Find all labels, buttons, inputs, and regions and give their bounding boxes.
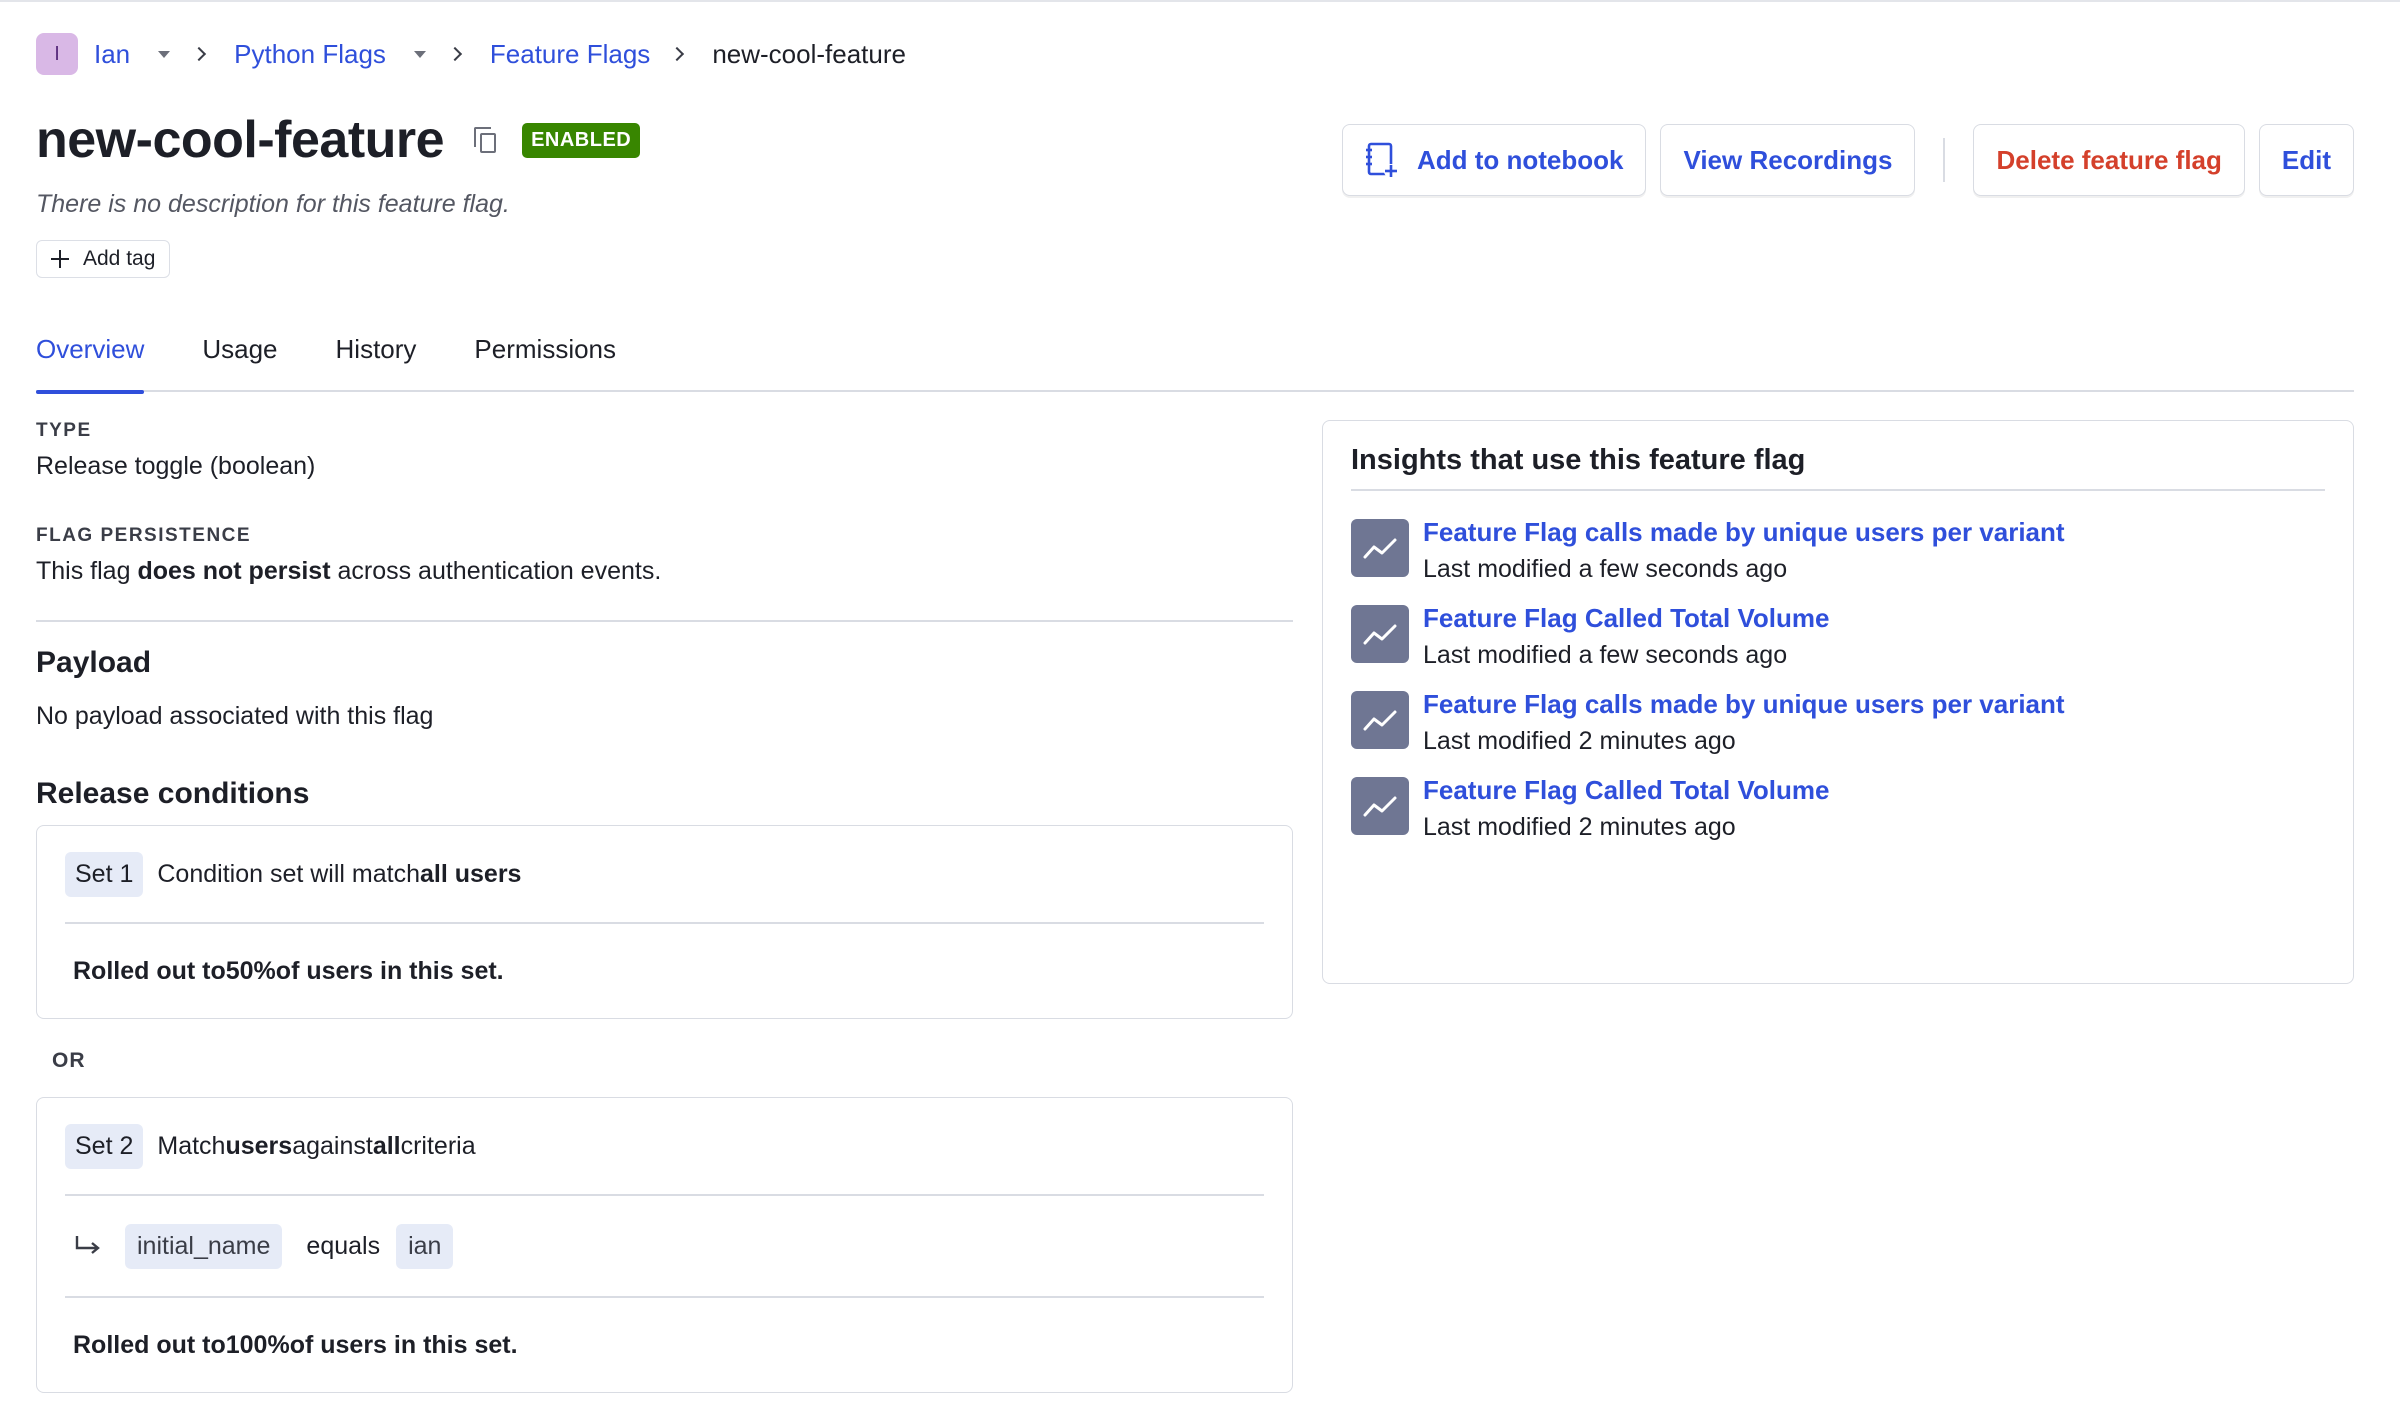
insight-item: Feature Flag Called Total Volume Last mo… [1351,775,2325,861]
insight-modified: Last modified a few seconds ago [1423,555,1788,583]
breadcrumb-feature-flags[interactable]: Feature Flags [490,39,650,70]
criteria-row: initial_name equals ian [65,1196,1264,1298]
add-to-notebook-button[interactable]: Add to notebook [1341,124,1647,196]
tab-permissions[interactable]: Permissions [474,330,616,392]
set-1-rollout: Rolled out to 50% of users in this set. [73,956,504,985]
add-to-notebook-label: Add to notebook [1416,144,1624,175]
condition-set-1: Set 1 Condition set will match all users… [36,825,1293,1019]
actions-divider [1943,138,1946,182]
avatar[interactable]: I [36,33,78,75]
status-badge: ENABLED [522,122,641,158]
insight-link[interactable]: Feature Flag calls made by unique users … [1423,517,2065,548]
breadcrumb-project[interactable]: Python Flags [234,39,386,70]
type-value: Release toggle (boolean) [36,452,316,480]
criteria-value: ian [396,1223,454,1269]
insight-item: Feature Flag calls made by unique users … [1351,689,2325,775]
persistence-label: FLAG PERSISTENCE [36,525,252,546]
trend-chart-icon [1351,605,1409,663]
type-label: TYPE [36,420,92,441]
chevron-down-icon[interactable] [413,50,426,58]
chevron-right-icon [447,46,462,62]
overview-details: TYPE Release toggle (boolean) FLAG PERSI… [36,420,1293,1393]
or-label: OR [52,1049,86,1072]
flag-description: There is no description for this feature… [36,190,510,218]
insight-item: Feature Flag calls made by unique users … [1351,517,2325,603]
set-1-header: Set 1 Condition set will match all users [65,826,1264,924]
tab-history[interactable]: History [336,330,417,392]
insight-modified: Last modified 2 minutes ago [1423,813,1736,841]
tab-usage[interactable]: Usage [202,330,277,392]
tab-bar: Overview Usage History Permissions [36,330,2354,394]
chevron-down-icon[interactable] [158,50,171,58]
trend-chart-icon [1351,777,1409,835]
notebook-add-icon [1365,142,1398,178]
breadcrumb: I Ian Python Flags Feature Flags new-coo… [36,33,906,75]
breadcrumb-user[interactable]: Ian [94,39,130,70]
chevron-right-icon [670,46,685,62]
set-1-tag: Set 1 [65,851,144,897]
payload-title: Payload [36,646,152,679]
condition-set-2: Set 2 Match users against all criteria i… [36,1097,1293,1393]
insights-title: Insights that use this feature flag [1351,421,2325,491]
chevron-right-icon [192,46,207,62]
trend-chart-icon [1351,691,1409,749]
set-2-rollout: Rolled out to 100% of users in this set. [73,1330,518,1359]
header-actions: Add to notebook View Recordings Delete f… [1341,124,2354,196]
title-row: new-cool-feature ENABLED [36,110,641,170]
insight-link[interactable]: Feature Flag Called Total Volume [1423,603,1829,634]
subdirectory-arrow-icon [75,1236,100,1254]
criteria-property: initial_name [125,1223,283,1269]
trend-chart-icon [1351,519,1409,577]
edit-button[interactable]: Edit [2258,124,2354,196]
view-recordings-button[interactable]: View Recordings [1660,124,1916,196]
insights-panel: Insights that use this feature flag Feat… [1322,420,2354,984]
insight-list: Feature Flag calls made by unique users … [1351,517,2325,861]
copy-icon[interactable] [470,125,500,155]
set-2-header: Set 2 Match users against all criteria [65,1098,1264,1196]
insight-link[interactable]: Feature Flag calls made by unique users … [1423,689,2065,720]
plus-icon [51,250,69,268]
release-conditions-title: Release conditions [36,777,310,810]
persistence-value: This flag does not persist across authen… [36,557,662,585]
tab-overview[interactable]: Overview [36,330,145,394]
insight-link[interactable]: Feature Flag Called Total Volume [1423,775,1829,806]
section-divider [36,620,1293,622]
page-title: new-cool-feature [36,111,445,169]
insight-item: Feature Flag Called Total Volume Last mo… [1351,603,2325,689]
set-2-tag: Set 2 [65,1123,144,1169]
insight-modified: Last modified 2 minutes ago [1423,727,1736,755]
breadcrumb-current: new-cool-feature [712,38,906,69]
add-tag-label: Add tag [83,247,156,270]
delete-feature-flag-button[interactable]: Delete feature flag [1973,124,2245,196]
add-tag-button[interactable]: Add tag [36,240,171,278]
set-2-desc: Match [157,1131,226,1160]
insight-modified: Last modified a few seconds ago [1423,641,1788,669]
criteria-operator: equals [306,1231,381,1260]
set-1-desc: Condition set will match [157,859,420,888]
payload-value: No payload associated with this flag [36,702,434,730]
